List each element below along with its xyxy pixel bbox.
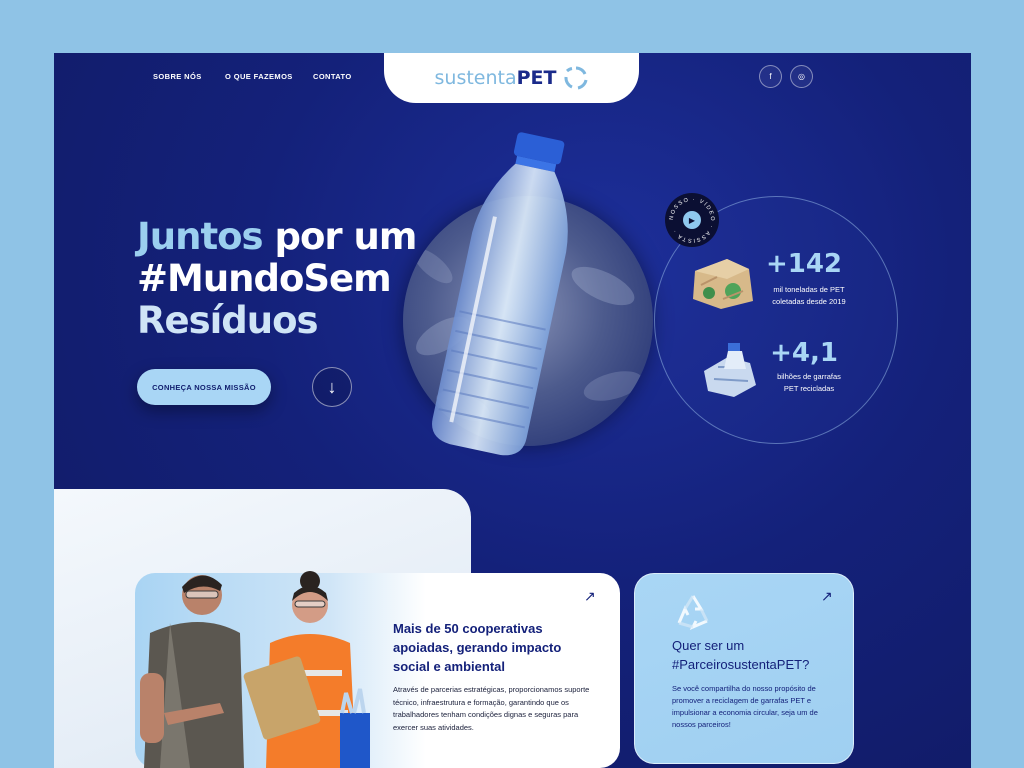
cooperatives-title: Mais de 50 cooperativas apoiadas, gerand… — [393, 621, 562, 674]
mission-button[interactable]: CONHEÇA NOSSA MISSÃO — [137, 369, 271, 405]
partner-body: Se você compartilha do nosso propósito d… — [672, 684, 818, 729]
nav-contato[interactable]: CONTATO — [313, 72, 352, 81]
workers-photo — [140, 571, 370, 768]
nav-sobre-nos[interactable]: SOBRE NÓS — [153, 72, 202, 81]
recycle-icon — [677, 595, 709, 630]
logo-text: sustentaPET — [434, 67, 557, 89]
hero-title: Juntos por um #MundoSem Resíduos — [137, 215, 417, 342]
facebook-icon[interactable]: f — [759, 65, 782, 88]
instagram-icon[interactable]: ◎ — [790, 65, 813, 88]
scroll-down-icon[interactable]: ↓ — [312, 367, 352, 407]
water-bottle-image — [432, 132, 568, 456]
video-ring-text: NOSSO · VÍDEO · ASSISTA · — [669, 197, 715, 243]
logo[interactable]: sustentaPET — [384, 53, 639, 103]
pet-bale-image — [693, 259, 753, 309]
partner-arrow-icon[interactable]: ↗ — [821, 588, 833, 605]
stat-desc-tons: mil toneladas de PET coletadas desde 2019 — [772, 285, 846, 306]
stat-value-tons: +142 — [765, 249, 843, 279]
video-badge[interactable]: NOSSO · VÍDEO · ASSISTA · ▶ — [665, 193, 719, 247]
crushed-bottles-image — [704, 343, 756, 397]
nav-o-que-fazemos[interactable]: O QUE FAZEMOS — [225, 72, 293, 81]
landing-page: SOBRE NÓS O QUE FAZEMOS CONTATO sustenta… — [54, 53, 971, 768]
cooperatives-body: Através de parcerias estratégicas, propo… — [393, 685, 590, 732]
partner-title: Quer ser um #ParceirosustentaPET? — [672, 638, 810, 672]
stat-value-bottles: +4,1 — [770, 338, 838, 368]
recycle-logo-icon — [564, 66, 587, 90]
cooperatives-arrow-icon[interactable]: ↗ — [584, 588, 596, 605]
stat-desc-bottles: bilhões de garrafas PET recicladas — [777, 372, 841, 393]
svg-text:NOSSO · VÍDEO · ASSISTA ·: NOSSO · VÍDEO · ASSISTA · — [669, 197, 715, 243]
